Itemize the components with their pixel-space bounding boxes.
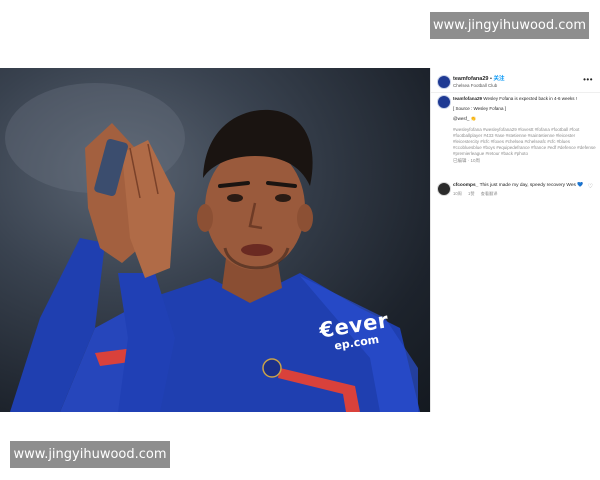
post-photo[interactable]: €ever ep.com	[0, 68, 430, 412]
comment-time: 10周	[453, 191, 462, 196]
watermark-text: www.jingyihuwood.com	[432, 18, 587, 33]
caption-text: Wesley Fofana is expected back in 4-6 we…	[483, 96, 577, 101]
header-divider	[431, 92, 600, 93]
post-username[interactable]: teamfofana29	[453, 76, 488, 82]
caption-hashtags[interactable]: #wesleyfofana #wesleyfofana29 #lovestt #…	[453, 127, 597, 158]
caption-mention[interactable]: @wesf_ 👏	[453, 116, 597, 122]
heart-outline-icon[interactable]: ♡	[588, 183, 593, 190]
comment-meta: 10周 1赞 查看翻译	[453, 191, 503, 197]
player-photo-illustration	[5, 83, 420, 412]
post-header: teamfofana29 • 关注 Chelsea Football Club …	[437, 73, 597, 93]
comment-text: This just made my day, speedy recovery W…	[479, 183, 584, 188]
more-horizontal-icon[interactable]: •••	[583, 76, 593, 84]
watermark-bottom: www.jingyihuwood.com	[10, 441, 170, 468]
watermark-top: www.jingyihuwood.com	[430, 12, 589, 39]
follow-button[interactable]: 关注	[493, 76, 504, 82]
see-translation-link[interactable]: 查看翻译	[481, 191, 498, 196]
caption-source: [ Source : Wesley Fofana ]	[453, 106, 506, 112]
post-location[interactable]: Chelsea Football Club	[453, 83, 497, 88]
commenter-username[interactable]: cfcoomps_	[453, 183, 478, 188]
commenter-avatar[interactable]	[437, 182, 451, 196]
separator-dot: •	[490, 76, 492, 82]
post-author[interactable]: teamfofana29 • 关注	[453, 74, 504, 82]
post-side-panel: teamfofana29 • 关注 Chelsea Football Club …	[430, 68, 600, 412]
comment-item: cfcoomps_ This just made my day, speedy …	[437, 182, 597, 202]
caption-avatar[interactable]	[437, 95, 451, 109]
caption-meta: 已编辑 · 10周	[453, 157, 481, 163]
caption-body: teamfofana29 Wesley Fofana is expected b…	[453, 96, 597, 164]
profile-avatar[interactable]	[437, 75, 451, 89]
comment-likes[interactable]: 1赞	[468, 191, 475, 196]
watermark-text: www.jingyihuwood.com	[13, 447, 167, 462]
caption-username[interactable]: teamfofana29	[453, 96, 482, 101]
comment-body: cfcoomps_ This just made my day, speedy …	[453, 183, 585, 188]
